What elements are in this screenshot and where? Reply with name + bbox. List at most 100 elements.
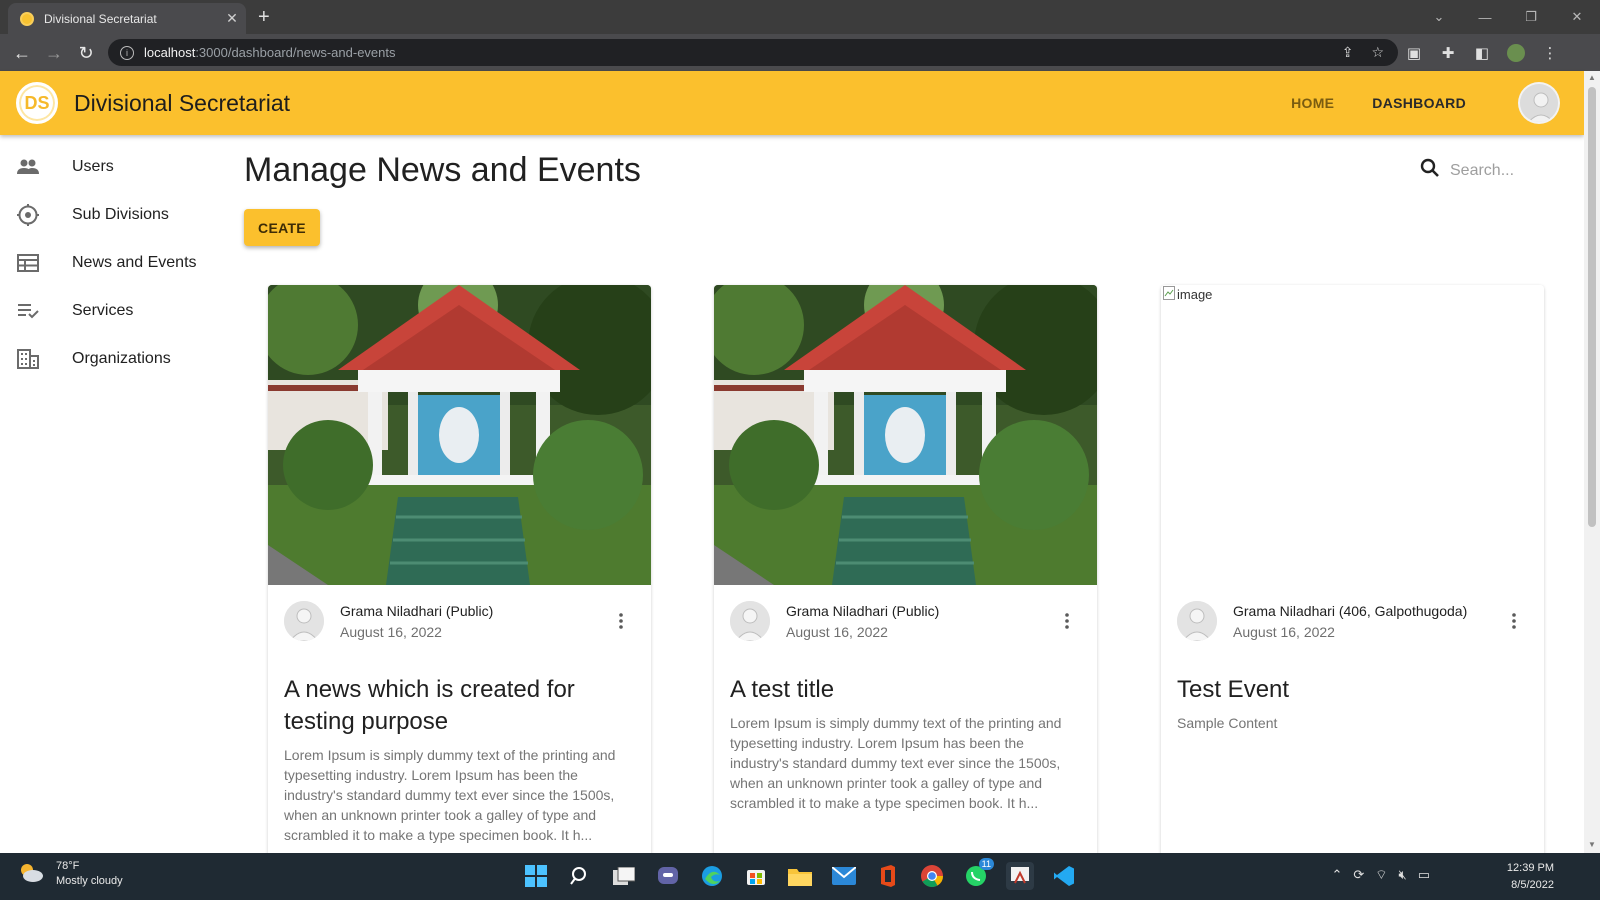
- extension-icons: ▣ ✚ ◧ ⋮: [1405, 39, 1559, 66]
- scroll-thumb[interactable]: [1588, 87, 1596, 527]
- news-card: Grama Niladhari (Public) August 16, 2022…: [714, 285, 1097, 865]
- snipping-tool-icon[interactable]: [1006, 862, 1034, 890]
- weather-condition: Mostly cloudy: [56, 875, 123, 887]
- chrome-icon[interactable]: [918, 862, 946, 890]
- page-scrollbar[interactable]: ▲ ▼: [1584, 71, 1600, 853]
- close-tab-icon[interactable]: ✕: [218, 10, 246, 27]
- clock[interactable]: 12:39 PM 8/5/2022: [1507, 860, 1554, 894]
- show-hidden-icons[interactable]: ⌃: [1331, 867, 1342, 883]
- clock-date: 8/5/2022: [1511, 879, 1554, 891]
- broken-image: image: [1163, 286, 1212, 303]
- browser-toolbar: ← → ↻ i localhost:3000/dashboard/news-an…: [0, 34, 1600, 71]
- sidebar-item-label: News and Events: [72, 254, 197, 271]
- author-avatar: [284, 601, 324, 641]
- app-title: Divisional Secretariat: [74, 89, 291, 116]
- extensions-puzzle-icon[interactable]: ✚: [1439, 44, 1457, 62]
- card-author: Grama Niladhari (Public): [340, 602, 494, 619]
- logo[interactable]: DS: [16, 82, 58, 124]
- profile-icon[interactable]: [1507, 43, 1525, 62]
- broken-image-icon: [1163, 286, 1175, 303]
- sidebar-item-news-and-events[interactable]: News and Events: [0, 239, 230, 287]
- browser-menu-icon[interactable]: ⋮: [1541, 44, 1559, 62]
- teams-chat-icon[interactable]: [654, 862, 682, 890]
- search-input[interactable]: [1450, 161, 1570, 180]
- sidebar-item-label: Sub Divisions: [72, 206, 169, 223]
- more-vert-icon[interactable]: [607, 607, 635, 635]
- whatsapp-icon[interactable]: 11: [962, 858, 994, 890]
- windows-start-icon[interactable]: [522, 862, 550, 890]
- card-header: Grama Niladhari (Public) August 16, 2022: [730, 600, 1081, 642]
- url-host: localhost: [144, 45, 196, 60]
- sidebar-item-organizations[interactable]: Organizations: [0, 335, 230, 383]
- reload-icon[interactable]: ↻: [74, 41, 98, 65]
- nav-home-link[interactable]: HOME: [1291, 95, 1334, 111]
- vscode-icon[interactable]: [1050, 862, 1078, 890]
- sidebar-item-services[interactable]: Services: [0, 287, 230, 335]
- wifi-icon[interactable]: ⌔: [1375, 867, 1387, 883]
- mail-icon[interactable]: [830, 862, 858, 890]
- card-date: August 16, 2022: [340, 623, 442, 640]
- address-bar[interactable]: i localhost:3000/dashboard/news-and-even…: [108, 39, 1398, 66]
- card-title: Test Event: [1177, 676, 1290, 703]
- back-icon[interactable]: ←: [10, 41, 34, 65]
- minimize-icon[interactable]: —: [1462, 0, 1508, 34]
- author-block: Grama Niladhari (Public) August 16, 2022: [786, 603, 1053, 640]
- side-panel-icon[interactable]: ◧: [1473, 44, 1491, 62]
- browser-tab[interactable]: Divisional Secretariat ✕: [8, 3, 246, 34]
- create-button[interactable]: CEATE: [244, 209, 320, 246]
- edge-icon[interactable]: [698, 862, 726, 890]
- omnibox-icons: ⇪ ☆: [1342, 39, 1384, 66]
- sync-icon[interactable]: ⟳: [1353, 867, 1364, 883]
- broken-image-alt: image: [1177, 287, 1213, 302]
- restore-icon[interactable]: ❐: [1508, 0, 1554, 34]
- search-icon[interactable]: [1420, 158, 1440, 183]
- card-body: Lorem Ipsum is simply dummy text of the …: [284, 747, 616, 843]
- new-tab-icon[interactable]: +: [258, 6, 270, 29]
- volume-muted-icon[interactable]: 🔇︎: [1399, 867, 1407, 883]
- user-avatar[interactable]: [1518, 82, 1560, 124]
- nav-dashboard-link[interactable]: DASHBOARD: [1372, 95, 1466, 111]
- more-vert-icon[interactable]: [1500, 607, 1528, 635]
- cloud-sun-icon: [18, 861, 44, 888]
- forward-icon[interactable]: →: [42, 41, 66, 65]
- temperature: 78°F: [56, 860, 80, 872]
- scroll-down-icon[interactable]: ▼: [1588, 841, 1596, 849]
- sidebar-item-label: Organizations: [72, 350, 171, 367]
- tab-title: Divisional Secretariat: [44, 11, 157, 26]
- author-avatar: [1177, 601, 1217, 641]
- search-box: [1420, 158, 1570, 183]
- sidebar-item-label: Services: [72, 302, 134, 319]
- card-header: Grama Niladhari (Public) August 16, 2022: [284, 600, 635, 642]
- card-header: Grama Niladhari (406, Galpothugoda) Augu…: [1177, 600, 1528, 642]
- page-title: Manage News and Events: [244, 151, 641, 189]
- screen-capture-icon[interactable]: ▣: [1405, 44, 1423, 62]
- file-explorer-icon[interactable]: [786, 862, 814, 890]
- battery-icon[interactable]: ▭: [1418, 867, 1430, 883]
- author-avatar: [730, 601, 770, 641]
- close-window-icon[interactable]: ✕: [1554, 0, 1600, 34]
- store-icon[interactable]: [742, 862, 770, 890]
- sidebar-item-users[interactable]: Users: [0, 143, 230, 191]
- clock-time: 12:39 PM: [1506, 862, 1554, 874]
- weather-widget[interactable]: 78°F Mostly cloudy: [18, 859, 123, 889]
- tab-search-icon[interactable]: ⌄: [1416, 0, 1462, 34]
- card-author: Grama Niladhari (Public): [786, 602, 940, 619]
- top-nav: HOME DASHBOARD: [1291, 71, 1466, 135]
- scroll-up-icon[interactable]: ▲: [1588, 74, 1596, 82]
- task-view-icon[interactable]: [610, 862, 638, 890]
- card-title: A news which is created for testing purp…: [284, 676, 575, 735]
- calendar-view-icon: [16, 251, 40, 275]
- sidebar-item-sub-divisions[interactable]: Sub Divisions: [0, 191, 230, 239]
- share-icon[interactable]: ⇪: [1342, 44, 1354, 61]
- office-icon[interactable]: [874, 862, 902, 890]
- more-vert-icon[interactable]: [1053, 607, 1081, 635]
- card-image: [714, 285, 1097, 585]
- url-path: :3000/dashboard/news-and-events: [195, 45, 396, 60]
- card-author: Grama Niladhari (406, Galpothugoda): [1233, 602, 1468, 619]
- card-image: [268, 285, 651, 585]
- sidebar: Users Sub Divisions News and Events Serv…: [0, 143, 230, 383]
- site-info-icon[interactable]: i: [120, 45, 134, 60]
- card-image: image: [1161, 285, 1544, 585]
- bookmark-star-icon[interactable]: ☆: [1371, 44, 1384, 61]
- taskbar-search-icon[interactable]: [566, 862, 594, 890]
